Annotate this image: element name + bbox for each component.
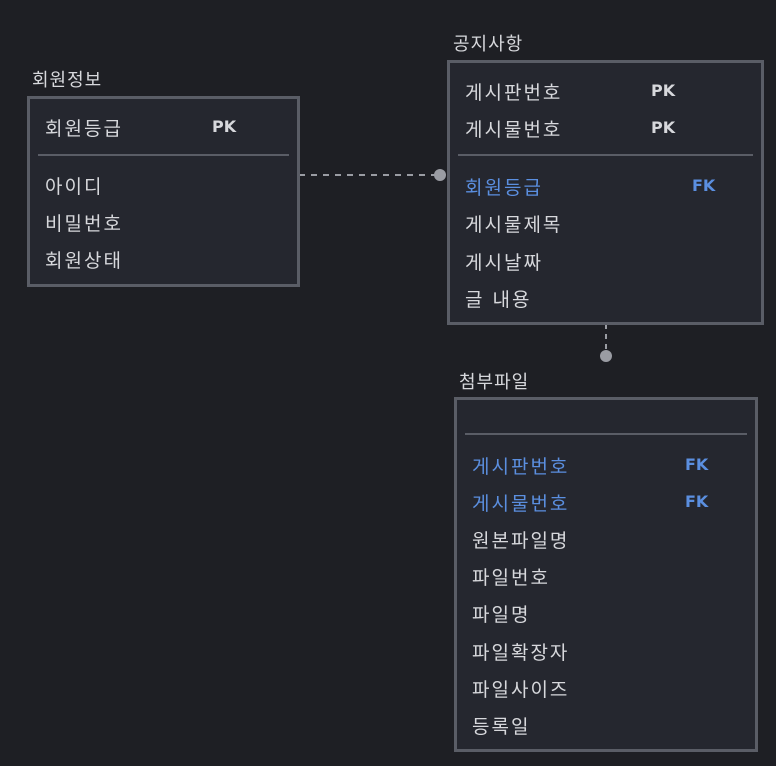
field-name: 게시물번호 [472,493,570,515]
notice-field-row[interactable]: 글 내용 [450,283,761,313]
attachment-field-row[interactable]: 원본파일명 [457,524,755,554]
notice-attachment-relationship-endpoint [600,350,612,362]
attachment-fk-row[interactable]: 게시물번호 FK [457,487,755,517]
field-name: 글 내용 [465,289,532,311]
attachment-key-divider [465,433,747,435]
primary-key-badge: PK [651,118,676,137]
notice-field-row[interactable]: 게시물제목 [450,208,761,238]
attachment-field-row[interactable]: 파일명 [457,598,755,628]
field-name: 게시판번호 [465,82,563,104]
notice-field-row[interactable]: 게시날짜 [450,246,761,276]
notice-entity-title: 공지사항 [453,34,524,55]
notice-fk-row[interactable]: 회원등급 FK [450,171,761,201]
attachment-field-row[interactable]: 등록일 [457,710,755,740]
field-name: 게시물제목 [465,214,563,236]
member-field-row[interactable]: 아이디 [30,170,297,200]
field-name: 게시물번호 [465,119,563,141]
field-name: 아이디 [45,176,104,198]
field-name: 파일확장자 [472,642,570,664]
attachment-fk-row[interactable]: 게시판번호 FK [457,450,755,480]
member-notice-relationship-endpoint [434,169,446,181]
field-name: 회원등급 [465,177,543,199]
attachment-entity[interactable]: 게시판번호 FK 게시물번호 FK 원본파일명 파일번호 파일명 파일확장자 파… [454,397,758,752]
field-name: 게시날짜 [465,252,543,274]
foreign-key-badge: FK [692,176,716,195]
field-name: 원본파일명 [472,530,570,552]
field-name: 파일번호 [472,567,550,589]
field-name: 회원상태 [45,250,123,272]
member-pk-row[interactable]: 회원등급 PK [30,112,297,142]
attachment-field-row[interactable]: 파일사이즈 [457,673,755,703]
foreign-key-badge: FK [685,492,709,511]
attachment-field-row[interactable]: 파일번호 [457,561,755,591]
field-name: 파일명 [472,604,531,626]
primary-key-badge: PK [651,81,676,100]
attachment-entity-title: 첨부파일 [459,372,530,393]
notice-entity[interactable]: 게시판번호 PK 게시물번호 PK 회원등급 FK 게시물제목 게시날짜 글 내… [447,60,764,325]
member-field-row[interactable]: 비밀번호 [30,207,297,237]
member-field-row[interactable]: 회원상태 [30,244,297,274]
member-entity-title: 회원정보 [32,70,103,91]
member-key-divider [38,154,289,156]
notice-key-divider [458,154,753,156]
erd-canvas: 회원정보 회원등급 PK 아이디 비밀번호 회원상태 공지사항 게시판번호 PK… [0,0,776,766]
field-name: 회원등급 [45,118,123,140]
attachment-field-row[interactable]: 파일확장자 [457,636,755,666]
field-name: 비밀번호 [45,213,123,235]
member-entity[interactable]: 회원등급 PK 아이디 비밀번호 회원상태 [27,96,300,287]
field-name: 파일사이즈 [472,679,570,701]
foreign-key-badge: FK [685,455,709,474]
primary-key-badge: PK [212,117,237,136]
notice-pk-row[interactable]: 게시물번호 PK [450,113,761,143]
field-name: 등록일 [472,716,531,738]
notice-pk-row[interactable]: 게시판번호 PK [450,76,761,106]
field-name: 게시판번호 [472,456,570,478]
